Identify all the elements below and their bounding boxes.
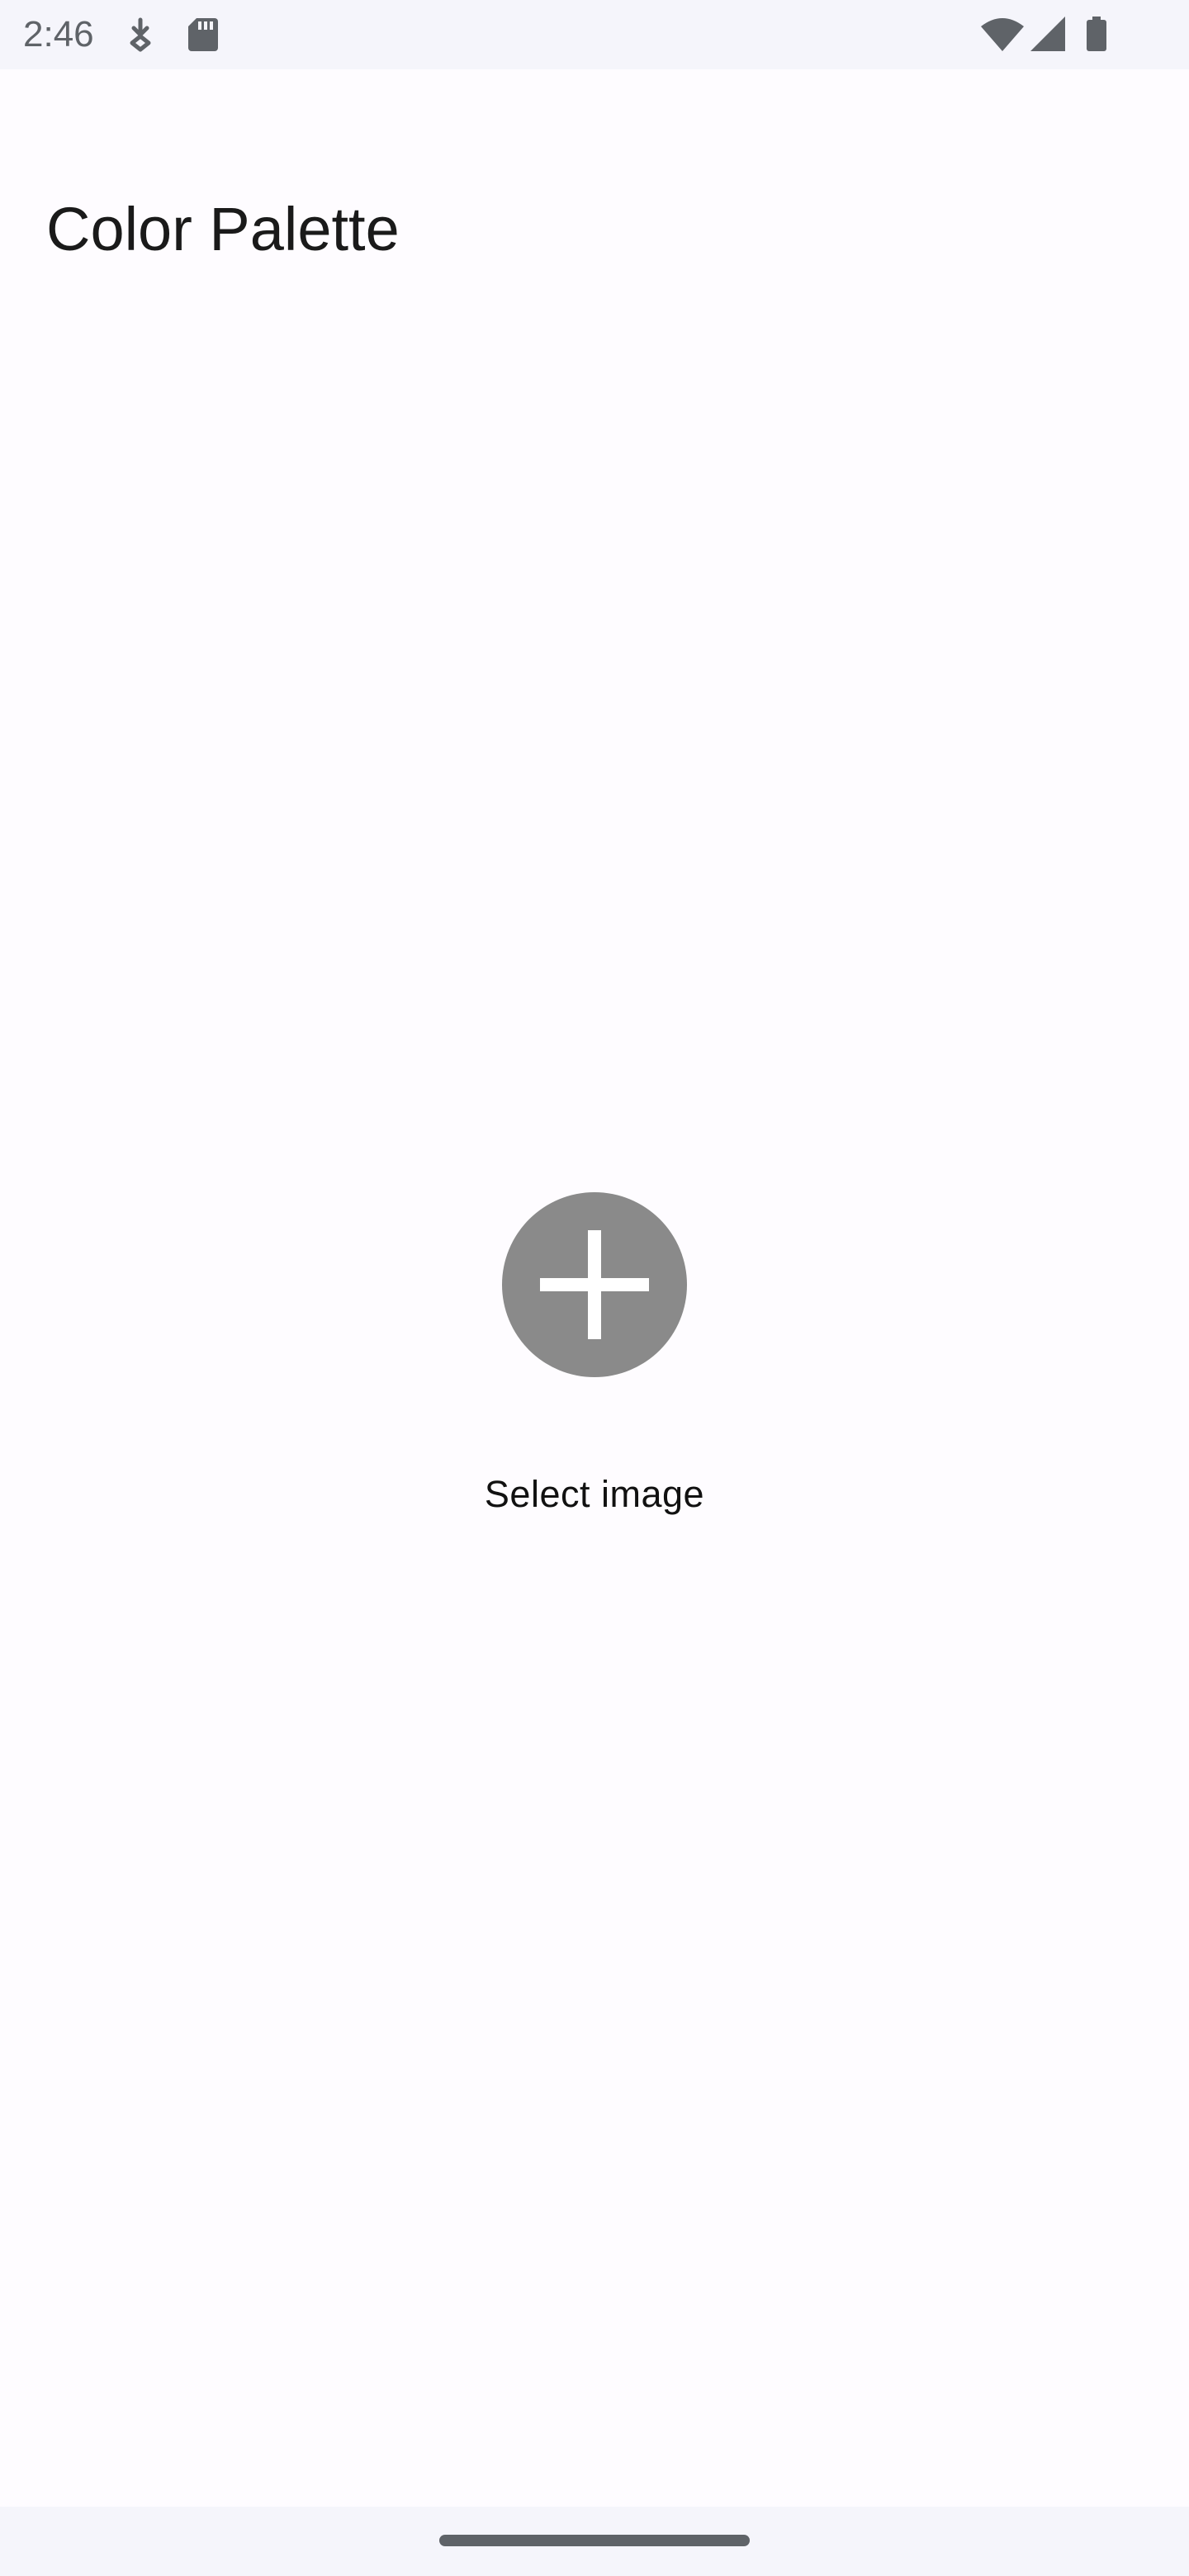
wifi-icon	[979, 15, 1026, 54]
image-picker: Select image	[0, 1192, 1189, 1539]
cell-signal-icon	[1029, 15, 1067, 54]
home-gesture-handle[interactable]	[439, 2535, 750, 2546]
select-image-label[interactable]: Select image	[0, 1470, 1189, 1519]
status-time: 2:46	[23, 14, 94, 54]
download-notification-icon	[124, 15, 157, 54]
page-title: Color Palette	[46, 195, 400, 263]
sd-card-icon	[187, 15, 220, 54]
add-icon	[540, 1230, 649, 1339]
status-bar: 2:46	[0, 0, 1189, 69]
screen: 2:46 Color Palette Select image	[0, 0, 1189, 2576]
navigation-bar	[0, 2507, 1189, 2576]
select-image-button[interactable]	[502, 1192, 687, 1377]
battery-icon	[1085, 15, 1108, 54]
